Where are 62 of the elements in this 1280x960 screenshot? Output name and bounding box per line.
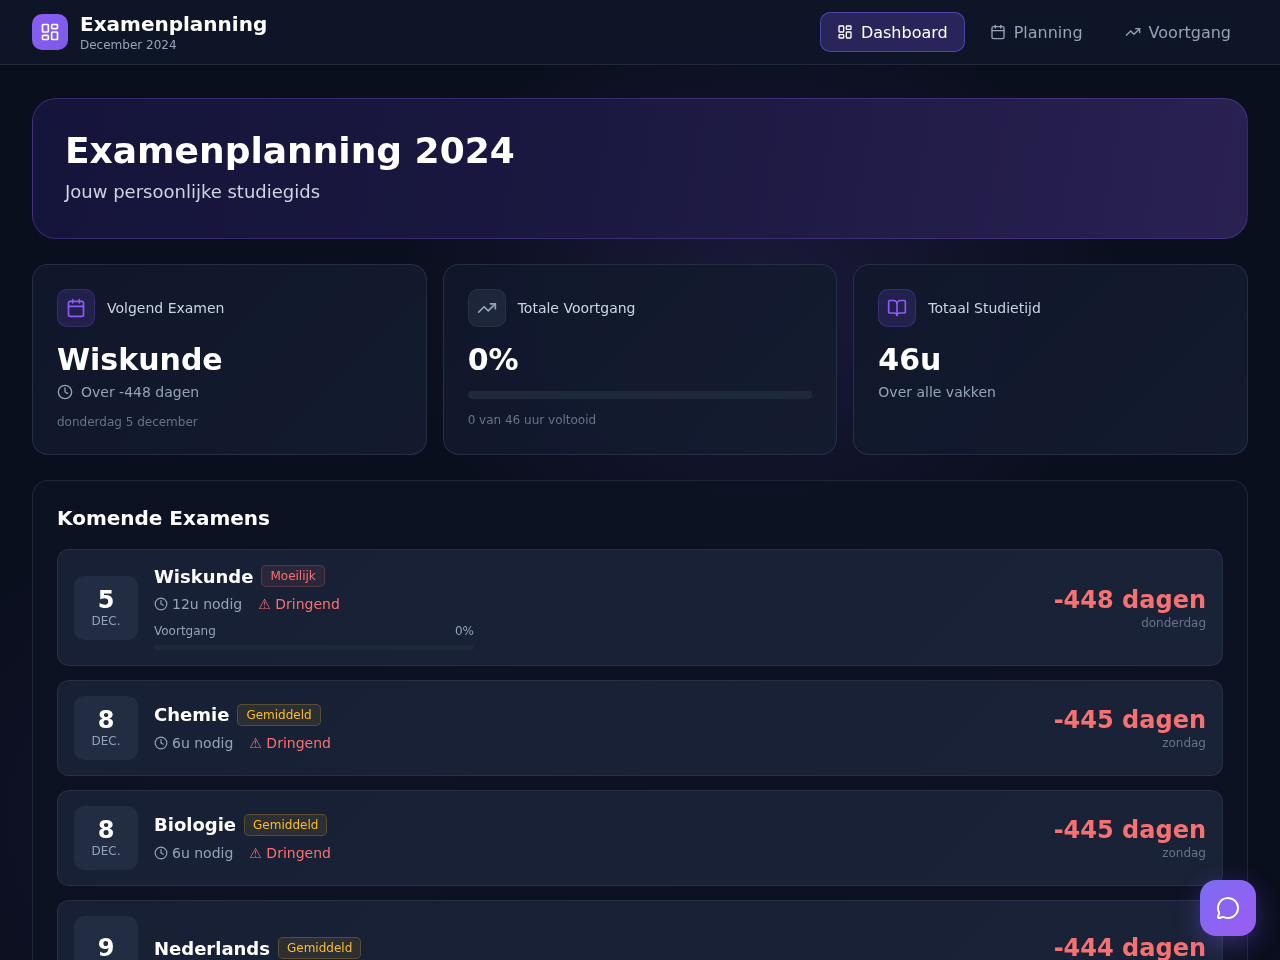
stat-note: Over alle vakken	[878, 383, 996, 401]
chat-button[interactable]	[1200, 880, 1256, 936]
book-icon	[878, 289, 917, 327]
day-number: 9	[97, 935, 115, 960]
countdown-text: Over -448 dagen	[81, 383, 200, 401]
clock-icon	[57, 384, 73, 400]
hours-needed: 6u nodig	[172, 843, 234, 862]
section-title: Komende Examens	[57, 506, 271, 530]
weekday-label: donderdag	[1141, 614, 1206, 631]
exam-date: donderdag 5 december	[57, 414, 199, 430]
difficulty-tag: Gemiddeld	[244, 813, 328, 836]
stat-value: 46u	[878, 343, 943, 377]
clock-icon	[154, 735, 168, 750]
day-number: 8	[97, 707, 115, 733]
nav-tab[interactable]: Planning	[972, 12, 1100, 52]
nav-tab[interactable]: Dashboard	[819, 12, 965, 52]
exam-row[interactable]: 8 DEC. Biologie Gemiddeld 6u nodig ⚠ Dringend -445 dagen zondag	[57, 790, 1223, 886]
app-title: Examenplanning	[80, 11, 268, 36]
chat-bubble-icon	[1216, 896, 1240, 920]
days-countdown: -445 dagen	[1053, 705, 1206, 735]
difficulty-tag: Moeilijk	[261, 565, 325, 587]
stat-value: Wiskunde	[57, 343, 224, 377]
days-countdown: -448 dagen	[1053, 584, 1206, 615]
day-number: 8	[97, 817, 115, 843]
exam-name: Biologie	[154, 814, 237, 835]
difficulty-tag: Gemiddeld	[237, 703, 321, 726]
clock-icon	[154, 845, 168, 860]
urgency-label: ⚠ Dringend	[249, 734, 331, 751]
month-label: DEC.	[91, 843, 121, 859]
stat-label: Totale Voortgang	[517, 300, 636, 316]
hero-subtitle: Jouw persoonlijke studiegids	[65, 181, 322, 203]
hours-needed: 6u nodig	[172, 733, 234, 752]
difficulty-tag: Gemiddeld	[278, 937, 362, 959]
clock-icon	[154, 597, 168, 611]
weekday-label: zondag	[1162, 845, 1206, 861]
progress-note: 0 van 46 uur voltooid	[467, 412, 598, 428]
days-countdown: -445 dagen	[1053, 815, 1206, 845]
stat-label: Totaal Studietijd	[928, 300, 1041, 316]
trend-up-icon	[467, 289, 506, 327]
stat-value: 0%	[467, 343, 520, 377]
nav-tab[interactable]: Voortgang	[1107, 12, 1248, 52]
exam-name: Chemie	[154, 704, 230, 725]
exam-row[interactable]: 8 DEC. Chemie Gemiddeld 6u nodig ⚠ Dringend -445 dagen zondag	[57, 680, 1223, 776]
month-label: DEC.	[91, 612, 121, 629]
calendar-icon	[989, 24, 1006, 40]
progress-label: Voortgang	[154, 623, 216, 639]
hours-needed: 12u nodig	[172, 595, 243, 613]
calendar-icon	[57, 289, 95, 327]
day-number: 5	[97, 586, 115, 613]
exam-name: Nederlands	[154, 937, 270, 959]
weekday-label: zondag	[1162, 735, 1206, 751]
month-label: DEC.	[91, 733, 121, 749]
dashboard-icon	[32, 14, 68, 50]
hero-title: Examenplanning 2024	[65, 129, 516, 173]
app-subtitle: December 2024	[80, 36, 178, 53]
urgency-label: ⚠ Dringend	[258, 596, 340, 612]
stat-label: Volgend Examen	[107, 300, 225, 316]
progress-reading: 0%	[454, 623, 474, 639]
exam-row[interactable]: 5 DEC. Wiskunde Moeilijk 12u nodig ⚠ Dringend Voortgang 0% -448 dagen donderdag	[57, 549, 1223, 666]
urgency-label: ⚠ Dringend	[249, 844, 331, 861]
exam-name: Wiskunde	[154, 565, 254, 587]
dashboard-icon	[836, 24, 853, 40]
